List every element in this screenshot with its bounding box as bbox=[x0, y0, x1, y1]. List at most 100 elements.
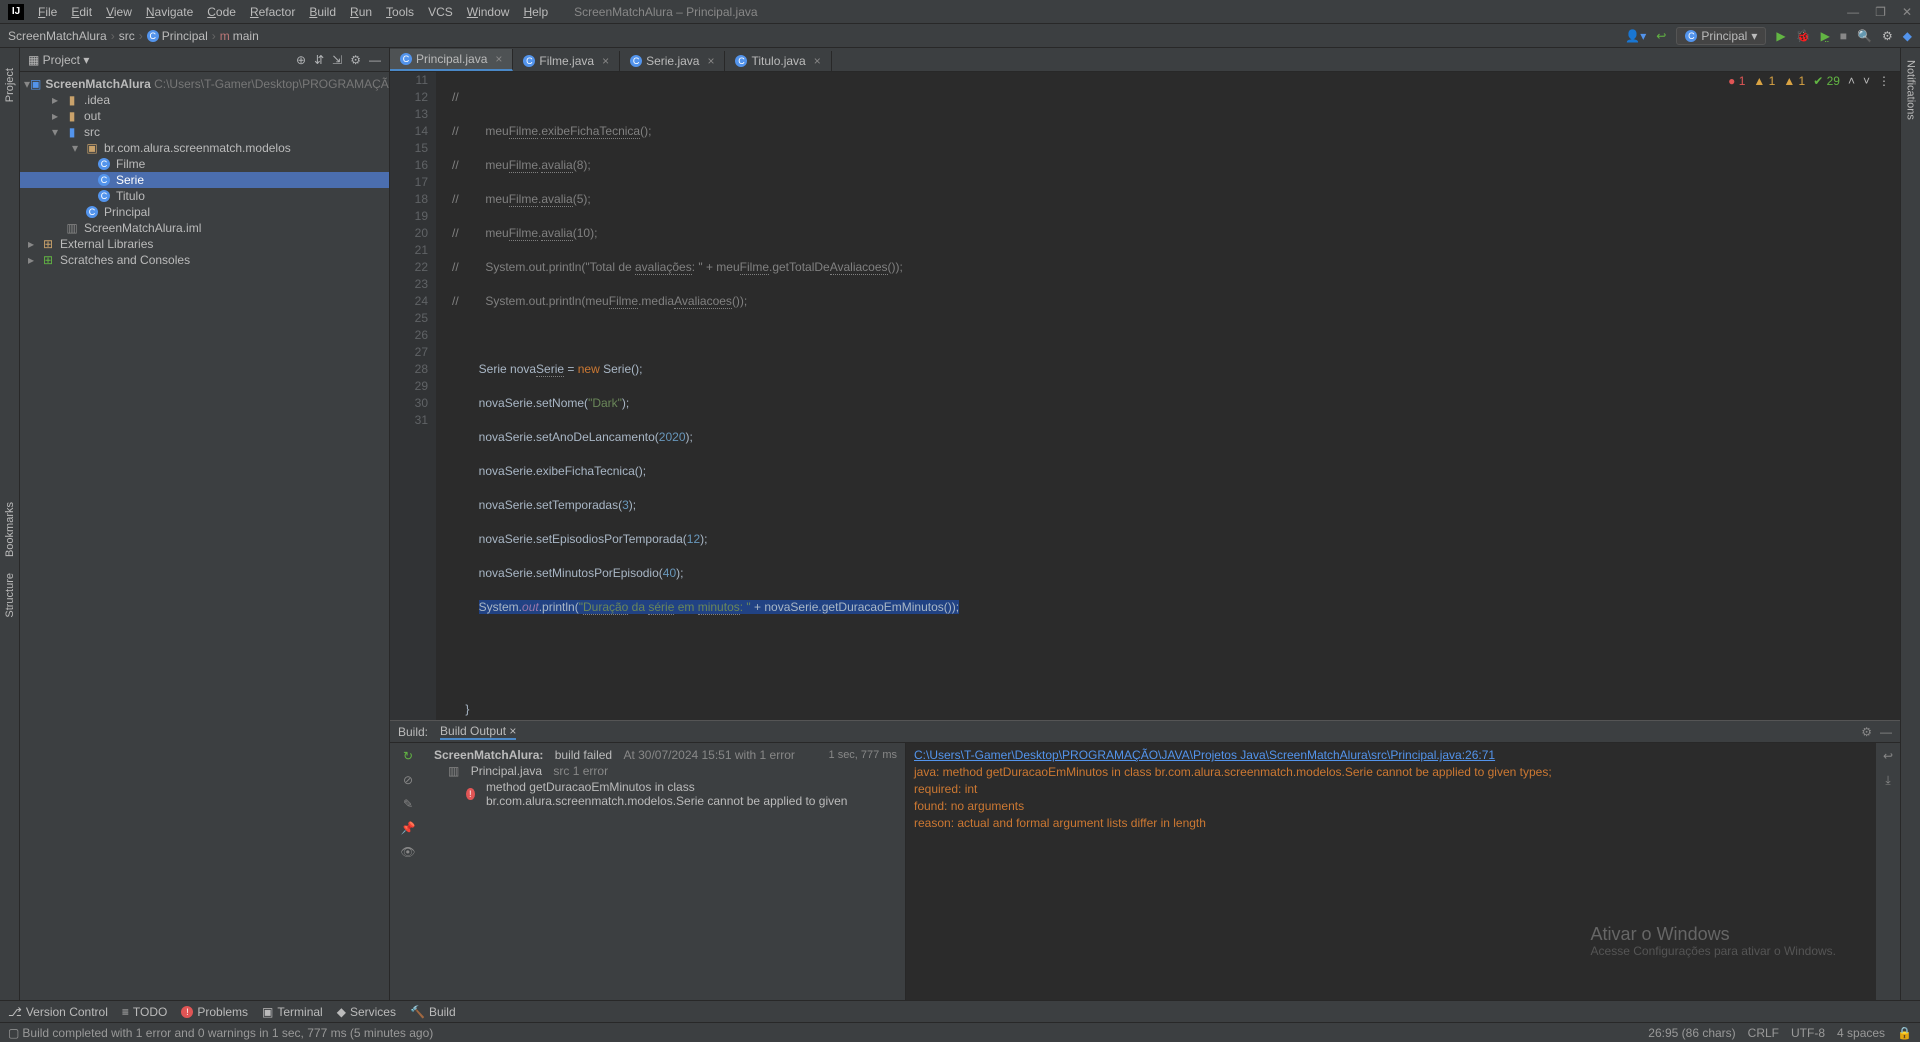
close-icon[interactable]: × bbox=[495, 52, 502, 66]
chevron-up-icon[interactable]: ˄ bbox=[1848, 74, 1855, 88]
windows-watermark: Ativar o Windows Acesse Configurações pa… bbox=[1591, 926, 1836, 960]
build-output[interactable]: C:\Users\T-Gamer\Desktop\PROGRAMAÇÃO\JAV… bbox=[906, 743, 1876, 1000]
build-project-row[interactable]: ScreenMatchAlura: build failed At 30/07/… bbox=[430, 747, 901, 763]
close-icon[interactable]: × bbox=[602, 54, 609, 68]
ide-updates-icon[interactable]: ◆ bbox=[1903, 29, 1912, 43]
menu-file[interactable]: File bbox=[32, 3, 63, 21]
menu-build[interactable]: Build bbox=[303, 3, 342, 21]
collapse-icon[interactable]: ⇲ bbox=[332, 53, 342, 67]
notifications-tool-button[interactable]: Notifications bbox=[1905, 60, 1917, 120]
close-icon[interactable]: ✕ bbox=[1902, 5, 1912, 19]
version-control-tab[interactable]: ⎇ Version Control bbox=[8, 1005, 108, 1019]
locate-icon[interactable]: ⊕ bbox=[296, 53, 306, 67]
weak-warning-badge[interactable]: ▲ 1 bbox=[1783, 74, 1805, 88]
menu-tools[interactable]: Tools bbox=[380, 3, 420, 21]
menu-code[interactable]: Code bbox=[201, 3, 242, 21]
stop-button[interactable]: ■ bbox=[1840, 29, 1847, 43]
lock-icon[interactable]: 🔒 bbox=[1897, 1026, 1912, 1040]
services-tab[interactable]: ◆ Services bbox=[337, 1005, 396, 1019]
class-icon: C bbox=[400, 53, 412, 65]
menu-navigate[interactable]: Navigate bbox=[140, 3, 199, 21]
tree-serie[interactable]: CSerie bbox=[20, 172, 389, 188]
breadcrumb-project[interactable]: ScreenMatchAlura bbox=[8, 29, 107, 43]
error-badge[interactable]: ● 1 bbox=[1728, 74, 1745, 88]
gear-icon[interactable]: ⚙ bbox=[1861, 725, 1872, 739]
tree-package[interactable]: ▾▣br.com.alura.screenmatch.modelos bbox=[20, 140, 389, 156]
tree-iml[interactable]: ▥ScreenMatchAlura.iml bbox=[20, 220, 389, 236]
menu-run[interactable]: Run bbox=[344, 3, 378, 21]
line-ending[interactable]: CRLF bbox=[1748, 1026, 1779, 1040]
indent[interactable]: 4 spaces bbox=[1837, 1026, 1885, 1040]
tree-out[interactable]: ▸▮out bbox=[20, 108, 389, 124]
encoding[interactable]: UTF-8 bbox=[1791, 1026, 1825, 1040]
more-icon[interactable]: ⋮ bbox=[1878, 74, 1890, 88]
warning-badge[interactable]: ▲ 1 bbox=[1753, 74, 1775, 88]
gear-icon[interactable]: ⚙ bbox=[350, 53, 361, 67]
structure-tool-button[interactable]: Structure bbox=[4, 573, 16, 618]
editor-content[interactable]: ● 1 ▲ 1 ▲ 1 ✔ 29 ˄ ˅ ⋮ 11121314151617181… bbox=[390, 72, 1900, 720]
minimize-icon[interactable]: — bbox=[1847, 5, 1859, 19]
tree-idea[interactable]: ▸▮.idea bbox=[20, 92, 389, 108]
menu-view[interactable]: View bbox=[100, 3, 138, 21]
todo-tab[interactable]: ≡ TODO bbox=[122, 1005, 167, 1019]
search-icon[interactable]: 🔍 bbox=[1857, 29, 1872, 43]
eye-icon[interactable]: 👁 bbox=[400, 845, 415, 859]
scroll-end-icon[interactable]: ⤓ bbox=[1885, 773, 1890, 788]
chevron-down-icon[interactable]: ˅ bbox=[1863, 74, 1870, 88]
editor-inspection-status[interactable]: ● 1 ▲ 1 ▲ 1 ✔ 29 ˄ ˅ ⋮ bbox=[1728, 74, 1890, 88]
problems-tab[interactable]: ! Problems bbox=[181, 1005, 248, 1019]
breadcrumb-class[interactable]: CPrincipal bbox=[147, 29, 208, 43]
build-output-tab[interactable]: Build Output × bbox=[440, 724, 516, 740]
tab-serie[interactable]: CSerie.java× bbox=[620, 51, 725, 71]
build-error-row[interactable]: ! method getDuracaoEmMinutos in class br… bbox=[430, 779, 901, 809]
rerun-icon[interactable]: ↻ bbox=[403, 749, 413, 763]
error-link[interactable]: C:\Users\T-Gamer\Desktop\PROGRAMAÇÃO\JAV… bbox=[914, 748, 1495, 762]
close-icon[interactable]: × bbox=[814, 54, 821, 68]
bookmarks-tool-button[interactable]: Bookmarks bbox=[4, 502, 16, 557]
terminal-tab[interactable]: ▣ Terminal bbox=[262, 1005, 323, 1019]
tree-src[interactable]: ▾▮src bbox=[20, 124, 389, 140]
soft-wrap-icon[interactable]: ↩ bbox=[1883, 749, 1893, 763]
tree-principal[interactable]: CPrincipal bbox=[20, 204, 389, 220]
run-button[interactable]: ▶ bbox=[1776, 29, 1785, 43]
breadcrumb-src[interactable]: src bbox=[119, 29, 135, 43]
expand-icon[interactable]: ⇵ bbox=[314, 53, 324, 67]
window-title: ScreenMatchAlura – Principal.java bbox=[574, 5, 757, 19]
close-icon[interactable]: × bbox=[707, 54, 714, 68]
close-icon[interactable]: × bbox=[509, 724, 516, 738]
stop-icon[interactable]: ⊘ bbox=[403, 773, 413, 787]
menu-edit[interactable]: Edit bbox=[65, 3, 98, 21]
class-icon: C bbox=[1685, 30, 1697, 42]
tree-root[interactable]: ▾▣ScreenMatchAlura C:\Users\T-Gamer\Desk… bbox=[20, 76, 389, 92]
menu-window[interactable]: Window bbox=[461, 3, 516, 21]
tree-titulo[interactable]: CTitulo bbox=[20, 188, 389, 204]
tree-filme[interactable]: CFilme bbox=[20, 156, 389, 172]
hide-panel-icon[interactable]: — bbox=[1880, 725, 1892, 739]
tree-external-libs[interactable]: ▸⊞External Libraries bbox=[20, 236, 389, 252]
build-tab[interactable]: 🔨 Build bbox=[410, 1005, 456, 1019]
user-icon[interactable]: 👤▾ bbox=[1625, 29, 1646, 43]
filter-icon[interactable]: ✎ bbox=[403, 797, 413, 811]
menu-vcs[interactable]: VCS bbox=[422, 3, 459, 21]
tab-filme[interactable]: CFilme.java× bbox=[513, 51, 620, 71]
back-icon[interactable]: ↩ bbox=[1656, 29, 1666, 43]
menu-help[interactable]: Help bbox=[517, 3, 554, 21]
maximize-icon[interactable]: ❐ bbox=[1875, 5, 1886, 19]
project-tool-button[interactable]: Project bbox=[4, 68, 16, 102]
status-icon[interactable]: ▢ bbox=[8, 1026, 19, 1040]
tree-scratches[interactable]: ▸⊞Scratches and Consoles bbox=[20, 252, 389, 268]
hide-panel-icon[interactable]: — bbox=[369, 53, 381, 67]
menu-refactor[interactable]: Refactor bbox=[244, 3, 301, 21]
pin-icon[interactable]: 📌 bbox=[401, 821, 416, 835]
code-editor[interactable]: // // meuFilme.exibeFichaTecnica(); // m… bbox=[436, 72, 1900, 720]
settings-icon[interactable]: ⚙ bbox=[1882, 29, 1893, 43]
run-config-selector[interactable]: C Principal ▾ bbox=[1676, 27, 1766, 45]
tab-principal[interactable]: CPrincipal.java× bbox=[390, 49, 513, 71]
breadcrumb-method[interactable]: m main bbox=[220, 29, 259, 43]
ok-badge[interactable]: ✔ 29 bbox=[1813, 74, 1840, 88]
caret-position[interactable]: 26:95 (86 chars) bbox=[1648, 1026, 1735, 1040]
run-coverage-button[interactable]: ▶̤ bbox=[1821, 29, 1830, 43]
tab-titulo[interactable]: CTitulo.java× bbox=[725, 51, 831, 71]
build-file-row[interactable]: ▥ Principal.java src 1 error bbox=[430, 763, 901, 779]
debug-button[interactable]: 🐞 bbox=[1796, 29, 1811, 43]
